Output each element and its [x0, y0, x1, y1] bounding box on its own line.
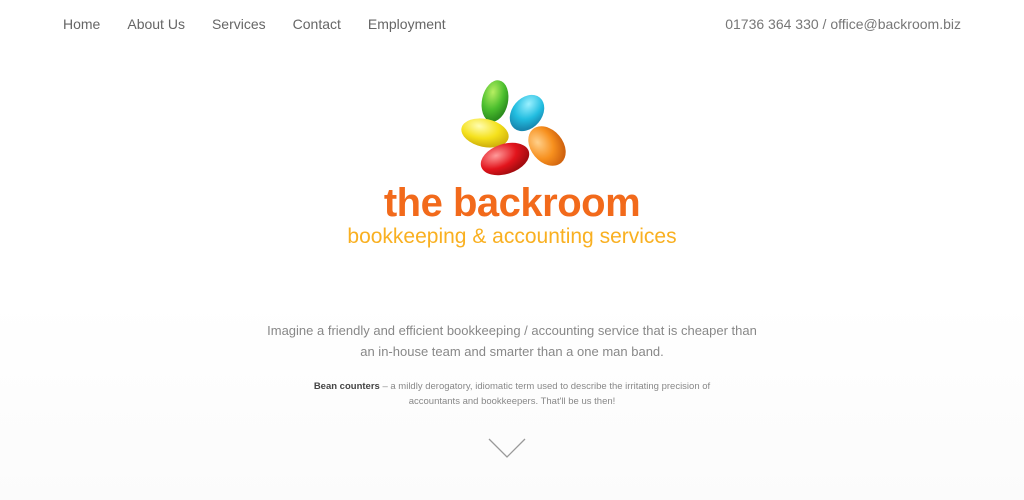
- nav-item-services[interactable]: Services: [212, 14, 266, 34]
- logo-tagline: bookkeeping & accounting services: [347, 225, 677, 248]
- main-nav: Home About Us Services Contact Employmen…: [63, 14, 473, 34]
- nav-item-about-us[interactable]: About Us: [127, 14, 185, 34]
- nav-item-employment[interactable]: Employment: [368, 14, 446, 34]
- nav-item-contact[interactable]: Contact: [293, 14, 341, 34]
- intro-definition: Bean counters – a mildly derogatory, idi…: [312, 379, 712, 409]
- logo: [0, 75, 1024, 180]
- logo-wordmark: the backroom: [383, 181, 641, 225]
- intro-definition-text: – a mildly derogatory, idiomatic term us…: [379, 380, 711, 407]
- jelly-beans-icon: [461, 80, 566, 176]
- header-contact-info[interactable]: 01736 364 330 / office@backroom.biz: [725, 14, 961, 34]
- intro-lead-text: Imagine a friendly and efficient bookkee…: [267, 323, 757, 359]
- nav-item-home[interactable]: Home: [63, 14, 100, 34]
- chevron-down-icon[interactable]: [487, 436, 527, 460]
- intro-term: Bean counters: [313, 380, 380, 392]
